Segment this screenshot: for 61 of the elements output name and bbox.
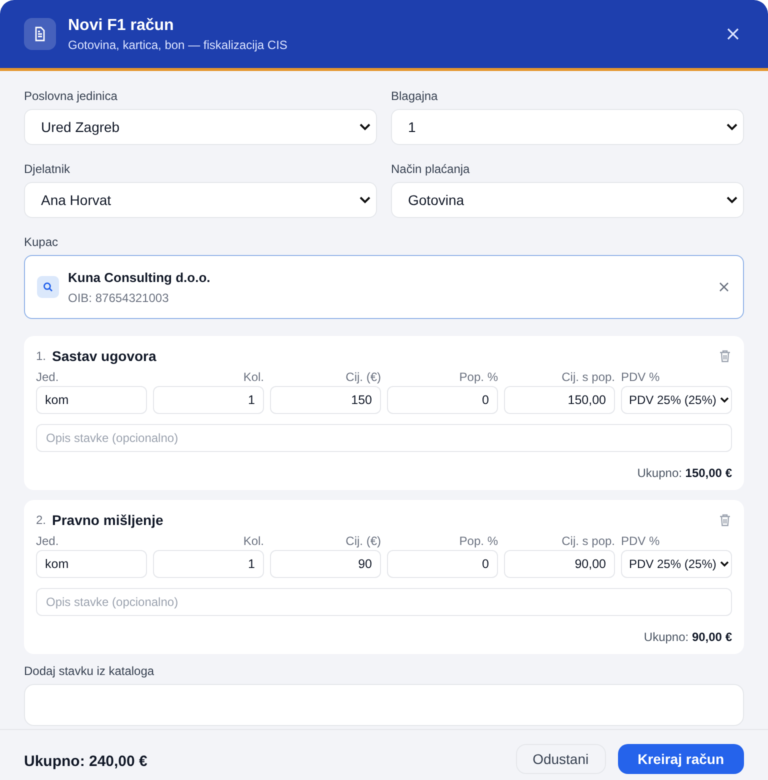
field-label: Blagajna xyxy=(391,89,439,103)
unit-input[interactable]: kom xyxy=(36,550,147,578)
column-label: Pop. % xyxy=(458,370,498,384)
discount-input[interactable]: 0 xyxy=(387,550,498,578)
trash-icon[interactable] xyxy=(718,349,732,363)
column-label: Kol. xyxy=(242,370,264,384)
dialog-title: Novi F1 račun xyxy=(68,16,175,34)
create-button[interactable]: Kreiraj račun xyxy=(618,744,744,774)
column-label: PDV % xyxy=(621,534,661,548)
chevron-icon xyxy=(359,123,371,131)
select-field[interactable]: Gotovina xyxy=(391,182,744,218)
catalog-search-field[interactable] xyxy=(24,684,744,726)
column-label: Cij. (€) xyxy=(344,534,381,548)
select-field[interactable]: 1 xyxy=(391,109,744,145)
quantity-input[interactable]: 1 xyxy=(153,386,264,414)
item-name: Sastav ugovora xyxy=(52,348,158,364)
select-field[interactable]: Ana Horvat xyxy=(24,182,377,218)
item-number: 2. xyxy=(36,513,46,527)
discount-input[interactable]: 0 xyxy=(387,386,498,414)
column-label: PDV % xyxy=(621,370,661,384)
column-label: Cij. s pop. xyxy=(560,370,615,384)
customer-oib: OIB: 87654321003 xyxy=(68,290,170,304)
close-icon xyxy=(726,27,740,41)
grand-total: Ukupno: 240,00 € xyxy=(24,753,148,770)
item-total: Ukupno: 150,00 € xyxy=(636,466,732,480)
field-label: Poslovna jedinica xyxy=(24,89,118,103)
column-label: Jed. xyxy=(36,534,60,548)
column-label: Jed. xyxy=(36,370,60,384)
chevron-icon xyxy=(720,561,729,567)
select-field[interactable]: Ured Zagreb xyxy=(24,109,377,145)
vat-select[interactable]: PDV 25% (25%) xyxy=(621,550,732,578)
column-label: Cij. (€) xyxy=(344,370,381,384)
item-total: Ukupno: 90,00 € xyxy=(642,630,732,644)
field-label: Dodaj stavku iz kataloga xyxy=(24,664,156,678)
column-label: Kol. xyxy=(242,534,264,548)
price-input[interactable]: 150 xyxy=(270,386,381,414)
column-label: Pop. % xyxy=(458,534,498,548)
trash-icon[interactable] xyxy=(718,513,732,527)
item-number: 1. xyxy=(36,349,46,363)
unit-input[interactable]: kom xyxy=(36,386,147,414)
discounted-price-input[interactable]: 150,00 xyxy=(504,386,615,414)
document-icon xyxy=(24,18,56,50)
field-label: Kupac xyxy=(24,235,60,249)
chevron-icon xyxy=(726,196,738,204)
quantity-input[interactable]: 1 xyxy=(153,550,264,578)
search-icon xyxy=(37,276,59,298)
field-label: Način plaćanja xyxy=(391,162,471,176)
price-input[interactable]: 90 xyxy=(270,550,381,578)
customer-name: Kuna Consulting d.o.o. xyxy=(68,270,212,284)
discounted-price-input[interactable]: 90,00 xyxy=(504,550,615,578)
chevron-icon xyxy=(720,397,729,403)
clear-icon[interactable] xyxy=(719,282,729,292)
customer-field[interactable]: Kuna Consulting d.o.o. OIB: 87654321003 xyxy=(24,255,744,319)
vat-select[interactable]: PDV 25% (25%) xyxy=(621,386,732,414)
chevron-icon xyxy=(359,196,371,204)
cancel-button[interactable]: Odustani xyxy=(516,744,606,774)
dialog-subtitle: Gotovina, kartica, bon — fiskalizacija CIS xyxy=(68,38,288,52)
item-name: Pravno mišljenje xyxy=(52,512,164,528)
column-label: Cij. s pop. xyxy=(560,534,615,548)
field-label: Djelatnik xyxy=(24,162,72,176)
chevron-icon xyxy=(726,123,738,131)
